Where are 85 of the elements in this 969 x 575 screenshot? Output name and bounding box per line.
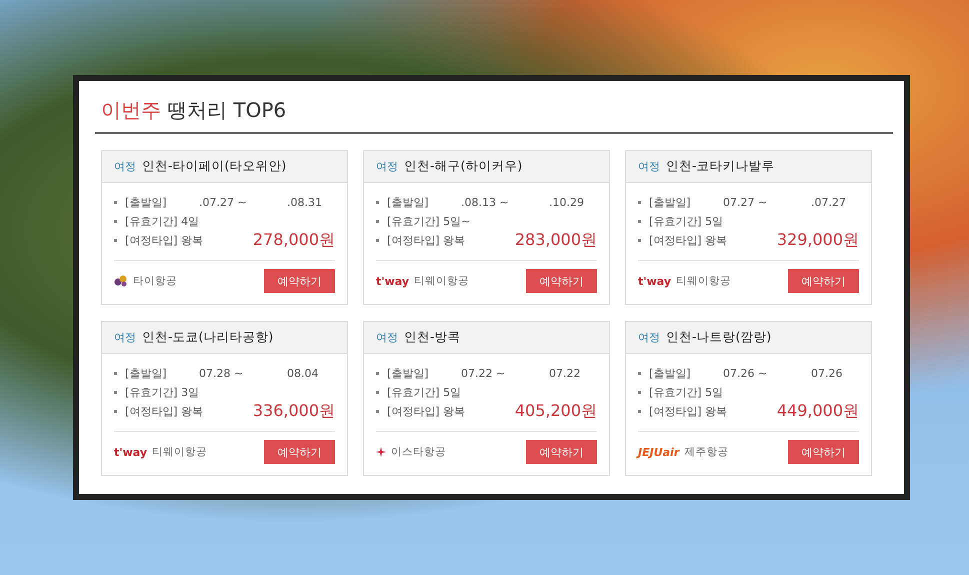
bullet-icon [376, 220, 379, 223]
bullet-icon [114, 201, 117, 204]
airline-name: 제주항공 [684, 445, 728, 459]
depart-start: 07.28 ~ [199, 367, 244, 380]
depart-start: 07.27 ~ [723, 196, 768, 209]
book-button[interactable]: 예약하기 [526, 440, 597, 464]
trip-type-text: [여정타입] 왕복 [387, 233, 466, 248]
depart-start: 07.26 ~ [723, 367, 768, 380]
depart-end: .08.31 [287, 196, 322, 209]
bullet-icon [376, 410, 379, 413]
star-icon [376, 447, 386, 457]
airline-logo: t'way [114, 446, 148, 458]
bullet-icon [638, 239, 641, 242]
route-title: 인천-코타키나발루 [666, 158, 775, 175]
bullet-icon [638, 201, 641, 204]
bullet-icon [114, 220, 117, 223]
depart-end: 07.22 [549, 367, 580, 380]
depart-end: .10.29 [549, 196, 584, 209]
route-title: 인천-방콕 [404, 329, 461, 346]
trip-type-text: [여정타입] 왕복 [125, 404, 204, 419]
route-title: 인천-도쿄(나리타공항) [142, 329, 274, 346]
airline-name: 티웨이항공 [676, 274, 732, 288]
validity-text: [유효기간] 5일 [649, 214, 724, 229]
bullet-icon [638, 410, 641, 413]
depart-start: 07.22 ~ [461, 367, 506, 380]
trip-type-text: [여정타입] 왕복 [649, 404, 728, 419]
route-tag: 여정 [638, 330, 660, 345]
trip-type-text: [여정타입] 왕복 [387, 404, 466, 419]
airline-name: 이스타항공 [391, 445, 446, 459]
validity-text: [유효기간] 5일~ [387, 214, 470, 229]
price: 336,000원 [252, 401, 335, 422]
title-text: 땡처리 TOP6 [167, 97, 286, 124]
depart-label: [출발일] [649, 195, 692, 210]
depart-label: [출발일] [125, 366, 168, 381]
depart-end: 07.26 [811, 367, 842, 380]
route-title: 인천-타이페이(타오위안) [142, 158, 286, 175]
route-title: 인천-해구(하이커우) [404, 158, 522, 175]
depart-end: .07.27 [811, 196, 846, 209]
price: 278,000원 [252, 230, 335, 251]
trip-type-text: [여정타입] 왕복 [649, 233, 728, 248]
route-title: 인천-나트랑(깜랑) [666, 329, 772, 346]
bullet-icon [376, 391, 379, 394]
bullet-icon [638, 391, 641, 394]
validity-text: [유효기간] 3일 [125, 385, 200, 400]
airline-logo: JEJUair [638, 446, 680, 458]
airline-name: 티웨이항공 [152, 445, 208, 459]
bullet-icon [114, 410, 117, 413]
route-tag: 여정 [376, 159, 398, 174]
route-tag: 여정 [376, 330, 398, 345]
price: 283,000원 [514, 230, 597, 251]
airline-logo: t'way [638, 274, 672, 288]
book-button[interactable]: 예약하기 [788, 440, 859, 464]
validity-text: [유효기간] 5일 [387, 385, 462, 400]
depart-start: .08.13 ~ [461, 196, 510, 209]
airline-name: 타이항공 [133, 274, 177, 288]
bullet-icon [638, 220, 641, 223]
route-tag: 여정 [114, 159, 136, 174]
book-button[interactable]: 예약하기 [526, 269, 597, 293]
bullet-icon [376, 201, 379, 204]
validity-text: [유효기간] 5일 [649, 385, 724, 400]
depart-label: [출발일] [125, 195, 168, 210]
depart-label: [출발일] [387, 195, 430, 210]
depart-start: .07.27 ~ [199, 196, 248, 209]
validity-text: [유효기간] 4일 [125, 214, 200, 229]
book-button[interactable]: 예약하기 [264, 440, 335, 464]
bullet-icon [376, 372, 379, 375]
price: 405,200원 [514, 401, 597, 422]
depart-end: 08.04 [287, 367, 318, 380]
price: 329,000원 [776, 230, 859, 251]
airline-logo: t'way [376, 274, 410, 288]
bullet-icon [114, 391, 117, 394]
route-tag: 여정 [114, 330, 136, 345]
airline-name: 티웨이항공 [414, 274, 470, 288]
depart-label: [출발일] [387, 366, 430, 381]
book-button[interactable]: 예약하기 [788, 269, 859, 293]
bullet-icon [376, 239, 379, 242]
bullet-icon [114, 372, 117, 375]
trip-type-text: [여정타입] 왕복 [125, 233, 204, 248]
title-highlight: 이번주 [101, 97, 161, 124]
bullet-icon [638, 372, 641, 375]
route-tag: 여정 [638, 159, 660, 174]
price: 449,000원 [776, 401, 859, 422]
bullet-icon [114, 239, 117, 242]
book-button[interactable]: 예약하기 [264, 269, 335, 293]
depart-label: [출발일] [649, 366, 692, 381]
